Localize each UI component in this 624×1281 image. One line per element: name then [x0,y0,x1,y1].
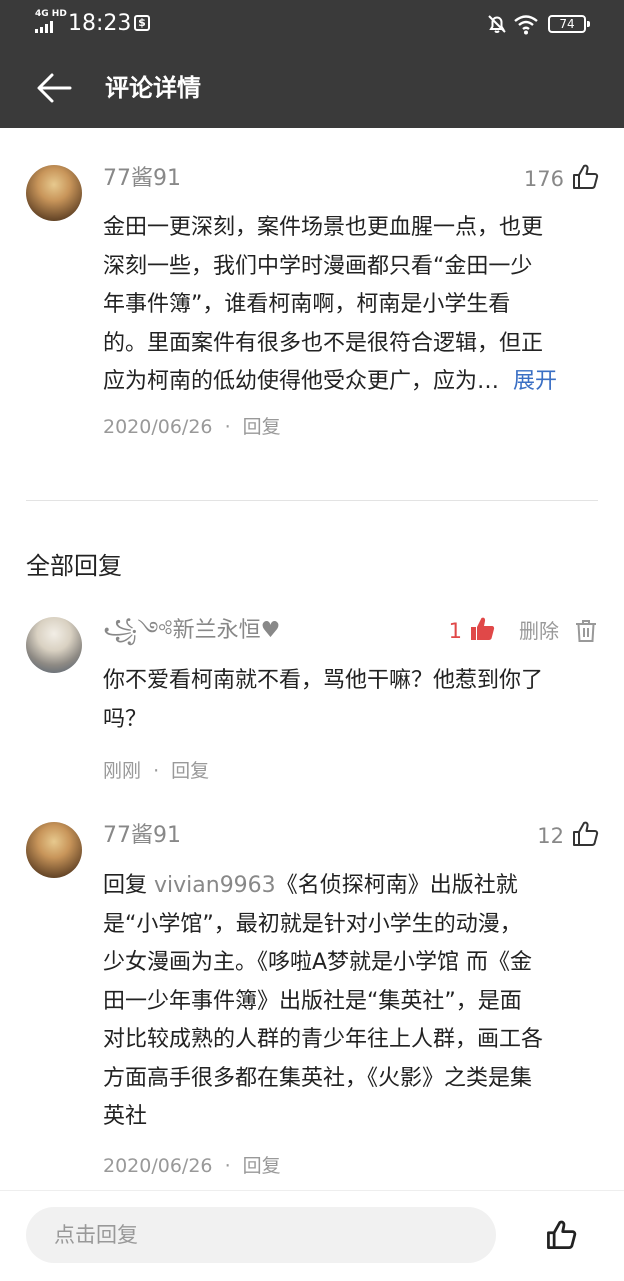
reply-link[interactable]: 回复 [243,1155,281,1177]
reply-line-text: 《名侦探柯南》出版社就 [275,873,518,898]
comment-line: 年事件簿”，谁看柯南啊，柯南是小学生看 [103,292,511,317]
reply-line: 少女漫画为主。《哆啦A梦就是小学馆 而《金 [103,950,533,975]
reply-input[interactable] [26,1207,496,1263]
status-bar: 4G HD 18:23 $ 74 [0,0,624,48]
reply-body: 你不爱看柯南就不看，骂他干嘛？他惹到你了 吗？ [103,662,598,739]
reply-meta: 刚刚 · 回复 [103,758,209,784]
reply-line: 你不爱看柯南就不看，骂他干嘛？他惹到你了 [103,668,544,693]
app-notification-icon: $ [134,15,150,31]
trash-icon[interactable] [574,619,598,643]
back-arrow-icon [37,73,72,103]
comment-line: 深刻一些，我们中学时漫画都只看“金田一少 [103,253,533,279]
section-title: 全部回复 [26,552,122,580]
reply-date: 2020/06/26 [103,1155,213,1177]
reply-username[interactable]: 77酱91 [103,822,181,850]
clock: 18:23 [68,11,132,36]
delete-button[interactable]: 删除 [519,617,559,645]
comment-line: 金田一更深刻，案件场景也更血腥一点，也更 [103,215,544,240]
meta-separator: · [153,760,160,782]
reply-meta: 2020/06/26 · 回复 [103,1153,281,1179]
avatar[interactable] [26,617,82,673]
comment-line-text: 应为柯南的低幼使得他受众更广，应为… [103,369,500,394]
reply-username[interactable]: ꧁༺新兰永恒♥ [103,617,280,645]
comment-username[interactable]: 77酱91 [103,165,181,193]
reply-time: 刚刚 [103,760,142,782]
reply-body: 回复 vivian9963《名侦探柯南》出版社就 是“小学馆”，最初就是针对小学… [103,867,598,1137]
thumbs-up-icon[interactable] [545,1219,577,1251]
thumbs-up-filled-icon[interactable] [468,615,496,643]
reply-line: 英社 [103,1104,148,1129]
network-type: 4G HD [35,9,67,19]
reply-prefix: 回复 [103,873,154,898]
reply-to-user[interactable]: vivian9963 [154,873,276,898]
like-count: 12 [537,824,564,848]
meta-separator: · [224,1155,231,1177]
reply-link[interactable]: 回复 [171,760,209,782]
reply-link[interactable]: 回复 [243,416,281,438]
reply-line: 田一少年事件簿》出版社是“集英社”，是面 [103,988,522,1014]
comment-body: 金田一更深刻，案件场景也更血腥一点，也更 深刻一些，我们中学时漫画都只看“金田一… [103,209,598,402]
bottom-reply-bar [0,1190,624,1281]
comment-line: 应为柯南的低幼使得他受众更广，应为… 展开 [103,363,598,402]
meta-separator: · [224,416,231,438]
bell-muted-icon [488,15,506,33]
reply-line: 是“小学馆”，最初就是针对小学生的动漫， [103,911,522,937]
avatar[interactable] [26,165,82,221]
reply-line: 对比较成熟的人群的青少年往上人群，画工各 [103,1027,544,1052]
like-count: 176 [523,167,564,191]
reply-line: 吗？ [103,706,148,732]
divider [26,500,598,501]
expand-link[interactable]: 展开 [513,369,557,394]
comment-line: 的。里面案件有很多也不是很符合逻辑，但正 [103,330,544,356]
avatar[interactable] [26,822,82,878]
top-app-bar: 评论详情 [0,48,624,128]
wifi-icon [514,15,538,35]
reply-line: 方面高手很多都在集英社，《火影》之类是集 [103,1065,533,1091]
like-count: 1 [448,619,462,643]
comment-date: 2020/06/26 [103,416,213,438]
signal-icon [35,21,53,33]
reply-line: 回复 vivian9963《名侦探柯南》出版社就 [103,867,598,906]
thumbs-up-icon[interactable] [571,163,599,191]
page-title: 评论详情 [105,74,201,102]
back-button[interactable] [34,70,76,106]
battery-icon: 74 [548,15,590,33]
thumbs-up-icon[interactable] [571,820,599,848]
comment-meta: 2020/06/26 · 回复 [103,414,281,440]
